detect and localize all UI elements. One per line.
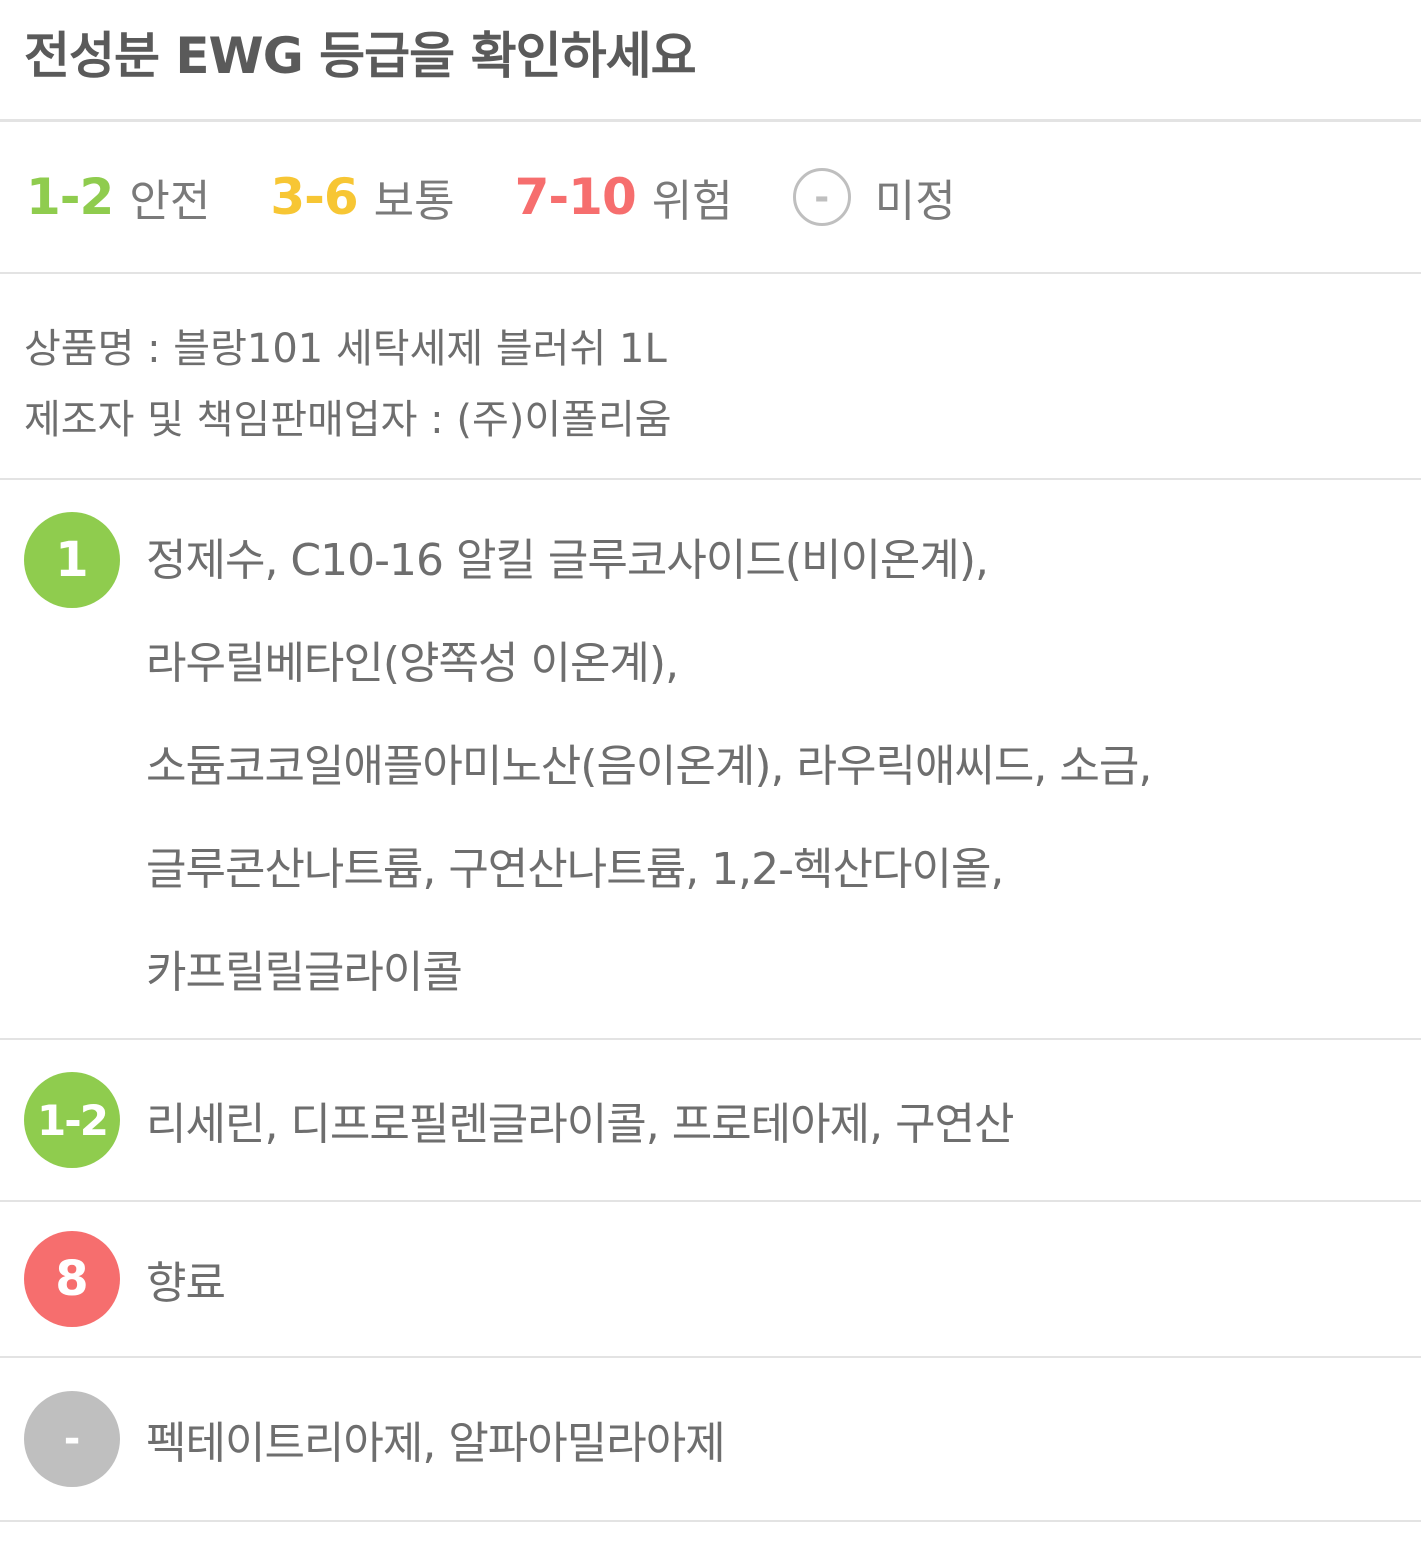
legend-safe-range: 1-2 — [26, 168, 114, 226]
legend-safe: 1-2 안전 — [26, 165, 210, 229]
legend-hazard-range: 7-10 — [514, 168, 637, 226]
ingredient-list: 리세린, 디프로필렌글라이콜, 프로테아제, 구연산 — [146, 1088, 1015, 1152]
ingredient-list: 정제수, C10-16 알킬 글루코사이드(비이온계), 라우릴베타인(양쪽성 … — [146, 509, 1152, 1038]
legend-safe-label: 안전 — [129, 176, 211, 227]
page-title: 전성분 EWG 등급을 확인하세요 — [0, 0, 1421, 122]
ingredient-group-grade-1: 1 정제수, C10-16 알킬 글루코사이드(비이온계), 라우릴베타인(양쪽… — [0, 480, 1421, 1040]
legend-moderate: 3-6 보통 — [270, 165, 454, 229]
ingredient-line: 카프릴릴글라이콜 — [146, 947, 463, 998]
ingredient-list: 펙테이트리아제, 알파아밀라아제 — [146, 1407, 726, 1471]
legend-moderate-label: 보통 — [373, 176, 455, 227]
product-maker: 제조자 및 책임판매업자 : (주)이폴리움 — [24, 397, 672, 443]
undetermined-circle-icon: - — [792, 168, 851, 226]
ingredient-line: 향료 — [146, 1258, 226, 1309]
legend-undetermined: - 미정 — [792, 165, 956, 229]
legend-moderate-range: 3-6 — [270, 168, 358, 226]
ingredient-line: 소듐코코일애플아미노산(음이온계), 라우릭애씨드, 소금, — [146, 741, 1152, 792]
ingredient-group-grade-1-2: 1-2 리세린, 디프로필렌글라이콜, 프로테아제, 구연산 — [0, 1040, 1421, 1202]
grade-badge: - — [24, 1391, 120, 1487]
ingredient-group-grade-8: 8 향료 — [0, 1202, 1421, 1358]
grade-legend: 1-2 안전 3-6 보통 7-10 위험 - 미정 — [0, 122, 1421, 274]
ingredient-line: 글루콘산나트륨, 구연산나트륨, 1,2-헥산다이올, — [146, 844, 1004, 895]
ingredient-list: 향료 — [146, 1247, 226, 1311]
legend-hazard-label: 위험 — [651, 176, 733, 227]
legend-undetermined-label: 미정 — [874, 176, 956, 227]
product-name: 상품명 : 블랑101 세탁세제 블러쉬 1L — [24, 326, 667, 372]
ingredient-group-undetermined: - 펙테이트리아제, 알파아밀라아제 — [0, 1358, 1421, 1522]
ingredient-line: 펙테이트리아제, 알파아밀라아제 — [146, 1418, 726, 1469]
grade-badge: 1 — [24, 512, 120, 608]
ingredient-line: 라우릴베타인(양쪽성 이온계), — [146, 638, 679, 689]
ingredient-line: 리세린, 디프로필렌글라이콜, 프로테아제, 구연산 — [146, 1099, 1015, 1150]
product-info: 상품명 : 블랑101 세탁세제 블러쉬 1L 제조자 및 책임판매업자 : (… — [0, 274, 1421, 480]
grade-badge: 8 — [24, 1231, 120, 1327]
ingredient-line: 정제수, C10-16 알킬 글루코사이드(비이온계), — [146, 535, 989, 586]
grade-badge: 1-2 — [24, 1072, 120, 1168]
legend-hazard: 7-10 위험 — [515, 165, 733, 229]
